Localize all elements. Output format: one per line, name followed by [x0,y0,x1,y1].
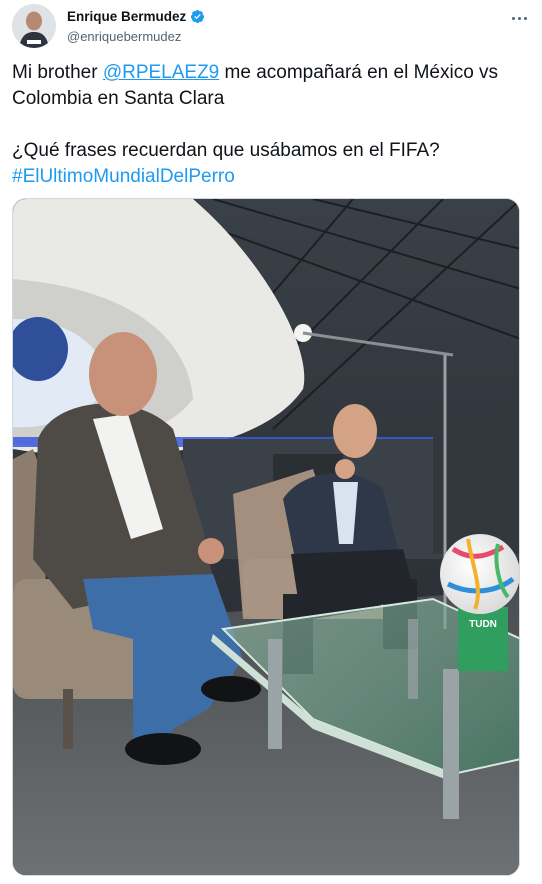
ball-sticker-label: TUDN [469,619,497,630]
verified-badge-icon [191,10,205,23]
mention-link[interactable]: @RPELAEZ9 [103,62,219,83]
author-avatar[interactable] [12,4,56,48]
tweet-body: Mi brother @RPELAEZ9 me acompañará en el… [12,60,530,190]
tweet-photo[interactable]: TUDN [12,198,520,876]
author-handle[interactable]: @enriquebermudez [67,29,181,44]
tweet-text-segment: Mi brother [12,62,103,83]
author-display-name[interactable]: Enrique Bermudez [67,9,186,24]
hashtag-link[interactable]: #ElUltimoMundialDelPerro [12,166,235,187]
studio-photo: TUDN [13,199,519,875]
more-options-icon[interactable] [508,8,530,28]
tweet-paragraph-2: ¿Qué frases recuerdan que usábamos en el… [12,140,440,161]
tweet-header: Enrique Bermudez @enriquebermudez [12,4,530,52]
tweet-paragraph-1: Mi brother @RPELAEZ9 me acompañará en el… [12,60,530,112]
profile-photo-icon [12,4,56,48]
